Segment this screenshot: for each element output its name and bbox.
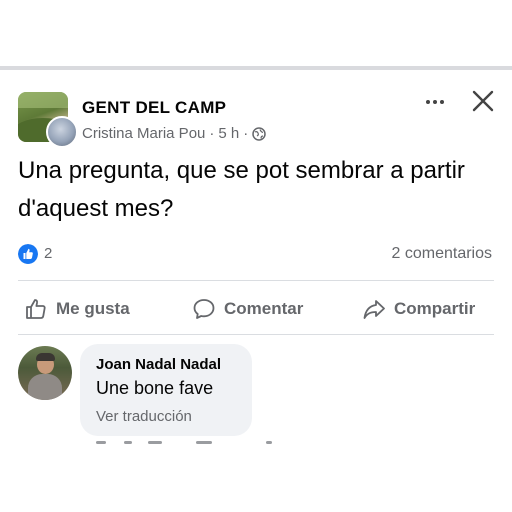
speech-bubble-icon [193,299,215,319]
truncated-next-comment [96,441,276,447]
actions-divider-bottom [18,334,494,335]
more-options-icon[interactable] [420,93,450,111]
commenter-avatar[interactable] [18,346,72,400]
post-meta: Cristina Maria Pou · 5 h · [82,125,266,142]
meta-separator: · [209,125,215,142]
comment-text: Une bone fave [96,378,214,398]
meta-separator-2: · [243,125,249,142]
commenter-name[interactable]: Joan Nadal Nadal [96,356,221,373]
group-name[interactable]: GENT DEL CAMP [82,98,226,118]
group-avatar[interactable] [18,92,78,148]
share-arrow-icon [363,300,385,319]
avatar-body [28,374,62,400]
group-photo-sky [18,92,68,108]
author-name[interactable]: Cristina Maria Pou [82,125,205,142]
author-avatar[interactable] [46,116,78,148]
reaction-count[interactable]: 2 [44,245,52,262]
globe-icon [252,126,266,141]
comment-button[interactable]: Comentar [192,296,303,322]
like-label: Me gusta [56,299,130,318]
post-text: Una pregunta, que se pot sembrar a parti… [18,157,465,222]
avatar-hair [36,353,55,361]
thumbs-up-icon [26,299,46,319]
share-button[interactable]: Compartir [362,296,475,322]
like-reaction-icon[interactable] [18,244,38,264]
see-translation-link[interactable]: Ver traducción [96,408,192,425]
top-divider [0,66,512,70]
comment-label: Comentar [224,299,304,318]
comment-bubble: Joan Nadal Nadal Une bone fave Ver tradu… [80,344,252,436]
share-label: Compartir [394,299,476,318]
comments-count[interactable]: 2 comentarios [392,245,493,263]
close-icon[interactable] [470,88,496,114]
post-time[interactable]: 5 h [218,125,239,142]
actions-divider-top [18,280,494,281]
like-button[interactable]: Me gusta [24,296,130,322]
